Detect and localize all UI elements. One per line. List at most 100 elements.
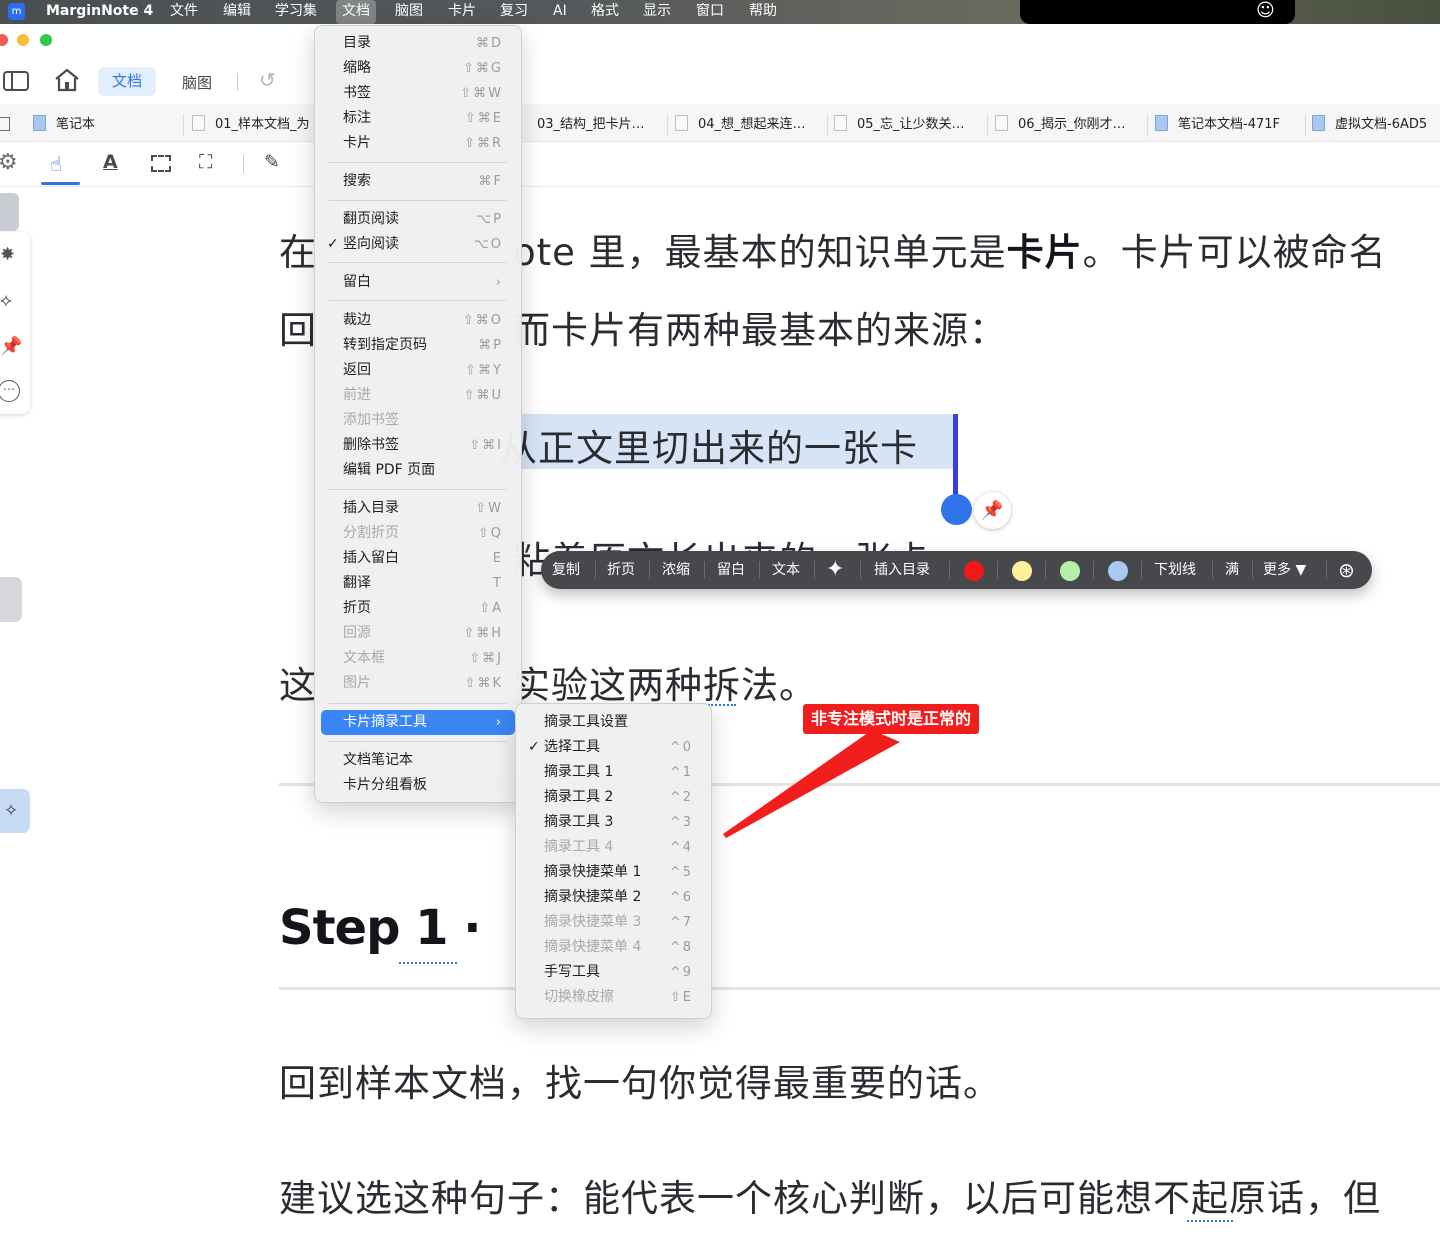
menu-item-label: 摘录工具 2 — [544, 789, 614, 805]
menu-view[interactable]: 显示 — [643, 0, 671, 24]
app-logo-icon[interactable]: m — [8, 3, 25, 20]
shortcut-label: ⇧⌘E — [464, 111, 503, 126]
color-blue-button[interactable] — [1108, 561, 1128, 581]
blank-button[interactable]: 留白 — [717, 551, 745, 589]
doc-menu-item-20[interactable]: 折页 ⇧A — [315, 596, 521, 621]
sub-menu-item-6[interactable]: 摘录快捷菜单 1 ^5 — [516, 860, 711, 885]
menu-window[interactable]: 窗口 — [696, 0, 724, 24]
tab-notebook[interactable]: 笔记本 — [33, 111, 95, 139]
doc-menu-item-1[interactable]: 缩略 ⇧⌘G — [315, 56, 521, 81]
doc-menu-item-8[interactable]: 留白 › — [315, 270, 521, 295]
sidebar-toggle-icon[interactable] — [3, 71, 29, 91]
sub-menu-item-3[interactable]: 摘录工具 2 ^2 — [516, 785, 711, 810]
underline-button[interactable]: 下划线 — [1154, 551, 1196, 589]
menu-format[interactable]: 格式 — [591, 0, 619, 24]
rect-tool-icon[interactable] — [151, 155, 171, 172]
pen-tool-icon[interactable]: ✎ — [264, 151, 280, 173]
sub-menu-item-2[interactable]: 摘录工具 1 ^1 — [516, 760, 711, 785]
home-icon[interactable] — [53, 67, 81, 98]
menu-help[interactable]: 帮助 — [749, 0, 777, 24]
mode-document-tab[interactable]: 文档 — [98, 67, 156, 96]
doc-menu-item-15[interactable]: 编辑 PDF 页面 — [315, 458, 521, 483]
mode-mindmap-tab[interactable]: 脑图 — [182, 72, 212, 93]
fold-button[interactable]: 折页 — [607, 551, 635, 589]
tab-notebook-doc[interactable]: 笔记本文档-471F — [1155, 111, 1280, 139]
doc-menu-item-9[interactable]: 裁边 ⇧⌘O — [315, 308, 521, 333]
selected-text[interactable]: 从正文里切出来的一张卡 — [500, 418, 918, 472]
selection-handle-knob[interactable] — [941, 494, 972, 525]
notebook-icon — [1155, 115, 1168, 131]
more-button[interactable]: 更多 ▼ — [1263, 551, 1306, 589]
doc-menu-item-7[interactable]: ✓ 竖向阅读 ⌥O — [315, 232, 521, 257]
sparkle-icon[interactable]: ✸ — [0, 244, 15, 265]
menu-file[interactable]: 文件 — [170, 0, 198, 24]
selection-handle-bar[interactable] — [953, 414, 958, 496]
doc-menu-item-0[interactable]: 目录 ⌘D — [315, 31, 521, 56]
copy-button[interactable]: 复制 — [552, 551, 580, 589]
sub-menu-item-10[interactable]: 手写工具 ^9 — [516, 960, 711, 985]
doc-menu-item-25[interactable]: 文档笔记本 — [315, 748, 521, 773]
menu-study-set[interactable]: 学习集 — [275, 0, 317, 24]
pin-icon[interactable]: 📌 — [0, 336, 22, 357]
menu-card[interactable]: 卡片 — [448, 0, 476, 24]
menu-mindmap[interactable]: 脑图 — [395, 0, 423, 24]
sub-menu-item-0[interactable]: 摘录工具设置 — [516, 710, 711, 735]
toggle-panel-button[interactable] — [0, 577, 22, 622]
graph-icon[interactable]: ⟡ — [0, 290, 12, 311]
ai-sparkle-icon[interactable]: ✦ — [826, 551, 844, 589]
tab-doc-06[interactable]: 06_揭示_你刚才… — [995, 111, 1126, 139]
tab-doc-01[interactable]: 01_样本文档_为 — [192, 111, 310, 139]
doc-menu-item-4[interactable]: 卡片 ⇧⌘R — [315, 131, 521, 156]
app-name-menu[interactable]: MarginNote 4 — [46, 0, 153, 24]
tab-sidebar-icon[interactable] — [0, 117, 10, 131]
tab-doc-04[interactable]: 04_想_想起来连… — [675, 111, 806, 139]
menu-ai[interactable]: AI — [553, 0, 567, 24]
sub-menu-item-1[interactable]: ✓ 选择工具 ^0 — [516, 735, 711, 760]
text-button[interactable]: 文本 — [772, 551, 800, 589]
lasso-tool-icon[interactable]: ⛶ — [199, 151, 212, 173]
tool-divider — [243, 155, 244, 173]
web-help-icon[interactable]: ⊛ — [1338, 551, 1355, 589]
doc-menu-item-16[interactable]: 插入目录 ⇧W — [315, 496, 521, 521]
menu-document[interactable]: 文档 — [336, 0, 376, 24]
doc-menu-item-18[interactable]: 插入留白 E — [315, 546, 521, 571]
color-green-button[interactable] — [1060, 561, 1080, 581]
doc-menu-item-11[interactable]: 返回 ⇧⌘Y — [315, 358, 521, 383]
sub-menu-item-4[interactable]: 摘录工具 3 ^3 — [516, 810, 711, 835]
insert-toc-button[interactable]: 插入目录 — [874, 551, 930, 589]
pin-card-button[interactable]: 📌 — [974, 492, 1011, 529]
tab-doc-03[interactable]: 03_结构_把卡片… — [537, 111, 645, 139]
minimize-window-button[interactable] — [17, 34, 29, 46]
tab-virtual-doc[interactable]: 虚拟文档-6AD5 — [1312, 111, 1427, 139]
ctx-divider — [1252, 561, 1253, 579]
sub-menu-item-7[interactable]: 摘录快捷菜单 2 ^6 — [516, 885, 711, 910]
doc-menu-item-19[interactable]: 翻译 T — [315, 571, 521, 596]
shortcut-label: ^9 — [669, 965, 693, 980]
select-tool-icon[interactable]: ☝ — [50, 152, 62, 176]
close-window-button[interactable] — [0, 34, 8, 46]
settings-gear-icon[interactable]: ⚙ — [0, 150, 18, 175]
doc-menu-item-2[interactable]: 书签 ⇧⌘W — [315, 81, 521, 106]
undo-icon[interactable]: ↺ — [259, 68, 276, 92]
text-tool-icon[interactable]: A — [103, 151, 118, 173]
zoom-window-button[interactable] — [40, 34, 52, 46]
color-yellow-button[interactable] — [1012, 561, 1032, 581]
doc-line2-start: 回 — [279, 309, 317, 352]
doc-menu-item-10[interactable]: 转到指定页码 ⌘P — [315, 333, 521, 358]
ctx-divider — [997, 561, 998, 579]
menu-review[interactable]: 复习 — [500, 0, 528, 24]
pin-panel-button[interactable]: ✧ — [0, 789, 30, 833]
menu-edit[interactable]: 编辑 — [223, 0, 251, 24]
color-red-button[interactable] — [964, 561, 984, 581]
doc-menu-item-6[interactable]: 翻页阅读 ⌥P — [315, 207, 521, 232]
doc-menu-item-24[interactable]: 卡片摘录工具 › — [321, 710, 515, 735]
tab-doc-05[interactable]: 05_忘_让少数关… — [834, 111, 965, 139]
doc-menu-item-26[interactable]: 卡片分组看板 — [315, 773, 521, 798]
layers-icon[interactable] — [0, 193, 19, 231]
doc-menu-item-5[interactable]: 搜索 ⌘F — [315, 169, 521, 194]
doc-menu-item-3[interactable]: 标注 ⇧⌘E — [315, 106, 521, 131]
menu-item-label: 手写工具 — [544, 964, 600, 980]
condense-button[interactable]: 浓缩 — [662, 551, 690, 589]
fill-button[interactable]: 满 — [1225, 551, 1239, 589]
doc-menu-item-14[interactable]: 删除书签 ⇧⌘I — [315, 433, 521, 458]
